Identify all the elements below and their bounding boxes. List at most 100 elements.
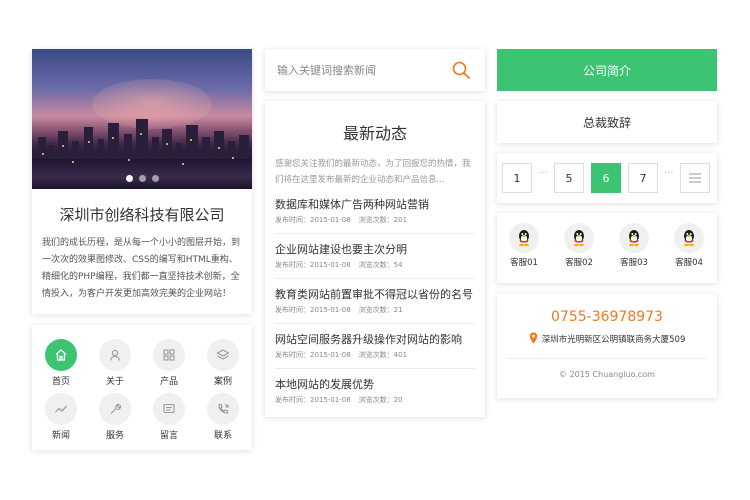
news-item-title[interactable]: 数据库和媒体广告两种网站营销 xyxy=(275,196,429,212)
company-description: 我们的成长历程，是从每一个小小的图层开始，到一次次的效果图修改、CSS的编写和H… xyxy=(42,238,241,299)
news-item[interactable]: 本地网站的发展优势 发布时间：2015-01-08 浏览次数：20 xyxy=(275,368,475,412)
page-button[interactable]: 1 xyxy=(502,163,532,193)
news-item-date: 发布时间：2015-01-08 xyxy=(275,261,351,269)
news-item-views: 浏览次数：21 xyxy=(358,306,403,314)
carousel-dot[interactable] xyxy=(151,175,159,182)
list-icon[interactable] xyxy=(680,163,710,193)
nav-label: 新闻 xyxy=(51,431,70,441)
city-light xyxy=(62,145,64,147)
customer-service: 客服01 客服02 客服03 客服04 xyxy=(497,213,717,283)
company-name: 深圳市创络科技有限公司 xyxy=(59,206,225,224)
news-item[interactable]: 教育类网站前置审批不得冠以省份的名号 发布时间：2015-01-08 浏览次数：2… xyxy=(275,278,475,322)
grid-icon xyxy=(153,339,185,371)
city-light xyxy=(128,159,130,161)
service-item[interactable]: 客服02 xyxy=(557,223,601,268)
service-label: 客服03 xyxy=(620,258,648,268)
river xyxy=(32,159,252,189)
nav-item-news[interactable]: 新闻 xyxy=(36,393,86,445)
nav-item-service[interactable]: 服务 xyxy=(90,393,140,445)
nav-item-contact[interactable]: 联系 xyxy=(198,393,248,445)
carousel-indicators xyxy=(32,175,252,182)
city-light xyxy=(182,163,184,165)
news-title: 最新动态 xyxy=(342,124,407,143)
nav-item-home[interactable]: 首页 xyxy=(36,339,86,391)
news-item-meta: 发布时间：2015-01-08 浏览次数：401 xyxy=(275,350,415,360)
nav-item-about[interactable]: 关于 xyxy=(90,339,140,391)
nav-label: 服务 xyxy=(105,431,124,441)
news-item[interactable]: 数据库和媒体广告两种网站营销 发布时间：2015-01-08 浏览次数：201 xyxy=(275,189,475,233)
service-item[interactable]: 客服03 xyxy=(612,223,656,268)
news-item-views: 浏览次数：54 xyxy=(358,261,403,269)
news-item-views: 浏览次数：201 xyxy=(358,216,408,224)
news-item-date: 发布时间：2015-01-08 xyxy=(275,306,351,314)
news-item-meta: 发布时间：2015-01-08 浏览次数：20 xyxy=(275,395,411,405)
city-light xyxy=(42,153,44,155)
news-item-title[interactable]: 教育类网站前置审批不得冠以省份的名号 xyxy=(275,286,473,302)
company-intro-button[interactable]: 公司简介 xyxy=(497,49,717,91)
news-item[interactable]: 网站空间服务器升级操作对网站的影响 发布时间：2015-01-08 浏览次数：40… xyxy=(275,323,475,367)
phone-icon xyxy=(207,393,239,425)
copyright: © 2015 Chuangluo.com xyxy=(559,370,655,379)
service-label: 客服02 xyxy=(565,258,593,268)
news-item-title[interactable]: 本地网站的发展优势 xyxy=(275,376,374,392)
city-light xyxy=(88,141,90,143)
nav-label: 案例 xyxy=(213,377,232,387)
search-input[interactable] xyxy=(277,61,447,79)
nav-grid: 首页 关于 产品 案例 新闻 服务 留言 联系 xyxy=(32,325,252,450)
service-label: 客服01 xyxy=(510,258,538,268)
nav-label: 联系 xyxy=(213,431,232,441)
nav-item-message[interactable]: 留言 xyxy=(144,393,194,445)
qq-penguin-icon xyxy=(674,223,704,253)
home-icon xyxy=(45,339,77,371)
carousel-dot[interactable] xyxy=(125,175,133,182)
service-item[interactable]: 客服01 xyxy=(502,223,546,268)
service-item[interactable]: 客服04 xyxy=(667,223,711,268)
nav-label: 关于 xyxy=(105,377,124,387)
carousel-dot[interactable] xyxy=(138,175,146,182)
qq-penguin-icon xyxy=(564,223,594,253)
news-item-meta: 发布时间：2015-01-08 浏览次数：21 xyxy=(275,305,411,315)
news-item-views: 浏览次数：401 xyxy=(358,351,408,359)
company-card: 深圳市创络科技有限公司 我们的成长历程，是从每一个小小的图层开始，到一次次的效果… xyxy=(32,49,252,314)
pagination-ellipsis: ··· xyxy=(538,168,548,179)
pagination-ellipsis: ··· xyxy=(664,168,674,179)
layers-icon xyxy=(207,339,239,371)
news-intro: 感谢您关注我们的最新动态，为了回报您的热情，我们将在这里发布最新的企业动态和产品… xyxy=(275,159,471,185)
news-item-meta: 发布时间：2015-01-08 浏览次数：201 xyxy=(275,215,415,225)
sky-glow xyxy=(92,79,212,129)
page-button[interactable]: 7 xyxy=(628,163,658,193)
city-night-banner-image[interactable] xyxy=(32,49,252,189)
divider xyxy=(507,358,707,359)
news-item-date: 发布时间：2015-01-08 xyxy=(275,216,351,224)
news-item-date: 发布时间：2015-01-08 xyxy=(275,396,351,404)
nav-item-cases[interactable]: 案例 xyxy=(198,339,248,391)
nav-label: 产品 xyxy=(159,377,178,387)
nav-label: 留言 xyxy=(159,431,178,441)
wrench-icon xyxy=(99,393,131,425)
phone-number[interactable]: 0755-36978973 xyxy=(497,309,717,325)
page-button[interactable]: 5 xyxy=(554,163,584,193)
search-icon[interactable] xyxy=(449,58,473,82)
news-item-date: 发布时间：2015-01-08 xyxy=(275,351,351,359)
city-light xyxy=(112,137,114,139)
page-button-active[interactable]: 6 xyxy=(591,163,621,193)
news-item-title[interactable]: 企业网站建设也要主次分明 xyxy=(275,241,407,257)
qq-penguin-icon xyxy=(509,223,539,253)
address-line: 深圳市光明新区公明镇联商务大厦509 xyxy=(497,332,717,347)
pagination: 1 ··· 5 6 7 ··· xyxy=(497,153,717,203)
service-label: 客服04 xyxy=(675,258,703,268)
qq-penguin-icon xyxy=(619,223,649,253)
ceo-message-button[interactable]: 总裁致辞 xyxy=(497,101,717,143)
city-light xyxy=(218,147,220,149)
chart-line-icon xyxy=(45,393,77,425)
contact-card: 0755-36978973 深圳市光明新区公明镇联商务大厦509 © 2015 … xyxy=(497,294,717,398)
news-item-title[interactable]: 网站空间服务器升级操作对网站的影响 xyxy=(275,331,462,347)
message-icon xyxy=(153,393,185,425)
news-card: 最新动态 感谢您关注我们的最新动态，为了回报您的热情，我们将在这里发布最新的企业… xyxy=(265,101,485,417)
city-light xyxy=(72,161,74,163)
nav-item-products[interactable]: 产品 xyxy=(144,339,194,391)
city-light xyxy=(190,139,192,141)
news-item[interactable]: 企业网站建设也要主次分明 发布时间：2015-01-08 浏览次数：54 xyxy=(275,233,475,277)
location-pin-icon xyxy=(529,332,538,347)
news-item-meta: 发布时间：2015-01-08 浏览次数：54 xyxy=(275,260,411,270)
